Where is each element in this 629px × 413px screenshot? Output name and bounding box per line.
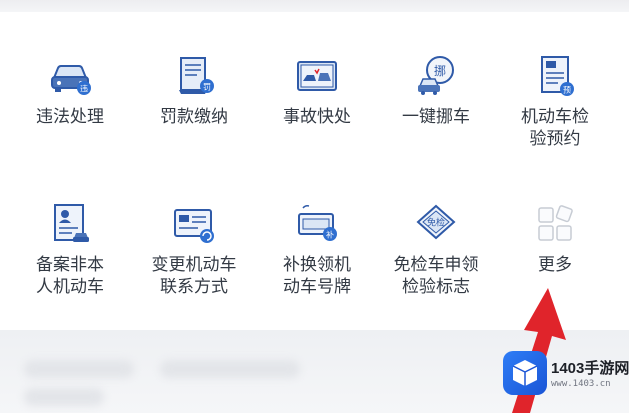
site-watermark: 1403手游网 www.1403.cn <box>503 351 629 401</box>
service-replace-license-plate[interactable]: 补 补换领机 动车号牌 <box>262 202 372 332</box>
service-violation-handling[interactable]: 违 违法处理 <box>15 54 125 184</box>
watermark-logo-icon <box>503 351 547 395</box>
service-move-car[interactable]: 挪 一键挪车 <box>381 54 491 184</box>
service-register-non-owner-vehicle[interactable]: 备案非本 人机动车 <box>15 202 125 332</box>
service-label: 违法处理 <box>36 107 104 127</box>
blurred-item <box>24 388 104 406</box>
receipt-badge-icon: 罚 <box>172 54 216 98</box>
service-grid: 违 违法处理 罚 罚款缴纳 事故快处 挪 一键挪车 预 机动车检 验预约 备案非… <box>0 12 629 330</box>
service-change-contact[interactable]: 变更机动车 联系方式 <box>139 202 249 332</box>
move-car-icon: 挪 <box>414 54 458 98</box>
top-strip <box>0 0 629 12</box>
person-doc-car-icon <box>48 202 92 246</box>
service-label: 机动车检 验预约 <box>521 107 589 149</box>
svg-text:罚: 罚 <box>203 83 211 92</box>
svg-text:挪: 挪 <box>434 64 446 78</box>
service-label: 免检车申领 检验标志 <box>393 255 479 297</box>
service-label: 备案非本 人机动车 <box>36 255 104 297</box>
svg-text:免检: 免检 <box>427 217 445 229</box>
service-label: 补换领机 动车号牌 <box>283 255 351 297</box>
blurred-item <box>24 360 134 378</box>
blurred-item <box>160 360 300 378</box>
svg-text:预: 预 <box>563 85 571 95</box>
svg-text:补: 补 <box>326 230 334 240</box>
service-more[interactable]: 更多 <box>500 202 610 332</box>
watermark-title: 1403手游网 <box>551 360 629 377</box>
service-label: 事故快处 <box>283 107 351 127</box>
accident-photo-icon <box>295 54 339 98</box>
watermark-url: www.1403.cn <box>551 379 611 389</box>
plate-replace-icon: 补 <box>295 202 339 246</box>
car-badge-icon: 违 <box>48 54 92 98</box>
service-exempt-inspection-label[interactable]: 免检 免检车申领 检验标志 <box>381 202 491 332</box>
more-grid-icon <box>533 202 577 246</box>
service-label: 更多 <box>538 255 572 275</box>
service-label: 变更机动车 联系方式 <box>151 255 237 297</box>
inspection-doc-icon: 预 <box>533 54 577 98</box>
change-contact-card-icon <box>172 202 216 246</box>
service-fine-payment[interactable]: 罚 罚款缴纳 <box>139 54 249 184</box>
service-accident-quick[interactable]: 事故快处 <box>262 54 372 184</box>
service-label: 罚款缴纳 <box>160 107 228 127</box>
service-label: 一键挪车 <box>402 107 470 127</box>
svg-text:违: 违 <box>80 85 88 94</box>
exempt-label-icon: 免检 <box>414 202 458 246</box>
service-inspection-booking[interactable]: 预 机动车检 验预约 <box>500 54 610 184</box>
